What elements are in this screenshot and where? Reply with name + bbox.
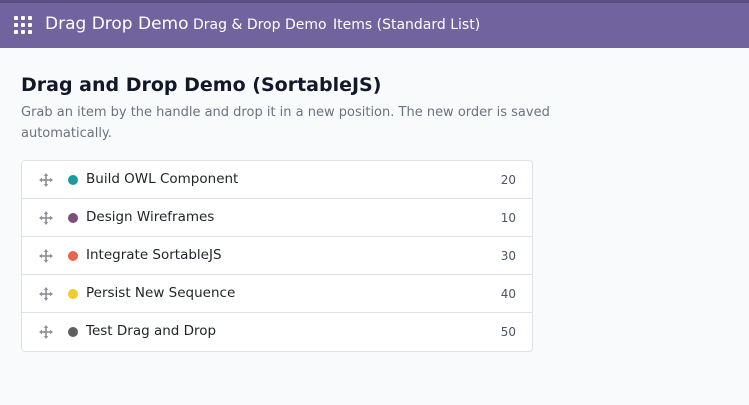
- color-dot: [68, 251, 78, 261]
- app-brand[interactable]: Drag Drop Demo: [45, 14, 189, 34]
- drag-handle-icon[interactable]: [39, 287, 53, 301]
- drag-handle-icon[interactable]: [39, 325, 53, 339]
- apps-grid-icon[interactable]: [14, 16, 32, 34]
- item-sequence: 10: [500, 211, 516, 225]
- color-dot: [68, 175, 78, 185]
- drag-handle-icon[interactable]: [39, 173, 53, 187]
- list-item[interactable]: Persist New Sequence 40: [22, 275, 532, 313]
- sortable-list: Build OWL Component 20 Design Wireframes…: [21, 160, 533, 352]
- item-name: Test Drag and Drop: [86, 323, 217, 339]
- list-item[interactable]: Integrate SortableJS 30: [22, 237, 532, 275]
- menu-drag-drop-demo[interactable]: Drag & Drop Demo: [193, 17, 327, 33]
- list-item[interactable]: Build OWL Component 20: [22, 161, 532, 199]
- drag-handle-icon[interactable]: [39, 211, 53, 225]
- item-sequence: 40: [500, 287, 516, 301]
- item-sequence: 20: [500, 173, 516, 187]
- page-title: Drag and Drop Demo (SortableJS): [21, 74, 382, 96]
- color-dot: [68, 213, 78, 223]
- item-name: Build OWL Component: [86, 171, 239, 187]
- item-name: Design Wireframes: [86, 209, 215, 225]
- color-dot: [68, 327, 78, 337]
- color-dot: [68, 289, 78, 299]
- drag-handle-icon[interactable]: [39, 249, 53, 263]
- list-item[interactable]: Test Drag and Drop 50: [22, 313, 532, 351]
- item-name: Integrate SortableJS: [86, 247, 222, 263]
- item-name: Persist New Sequence: [86, 285, 236, 301]
- item-sequence: 30: [500, 249, 516, 263]
- top-navbar: Drag Drop Demo Drag & Drop Demo Items (S…: [0, 0, 749, 48]
- list-item[interactable]: Design Wireframes 10: [22, 199, 532, 237]
- page-description: Grab an item by the handle and drop it i…: [21, 105, 550, 141]
- item-sequence: 50: [500, 325, 516, 339]
- menu-items-standard-list[interactable]: Items (Standard List): [333, 17, 480, 33]
